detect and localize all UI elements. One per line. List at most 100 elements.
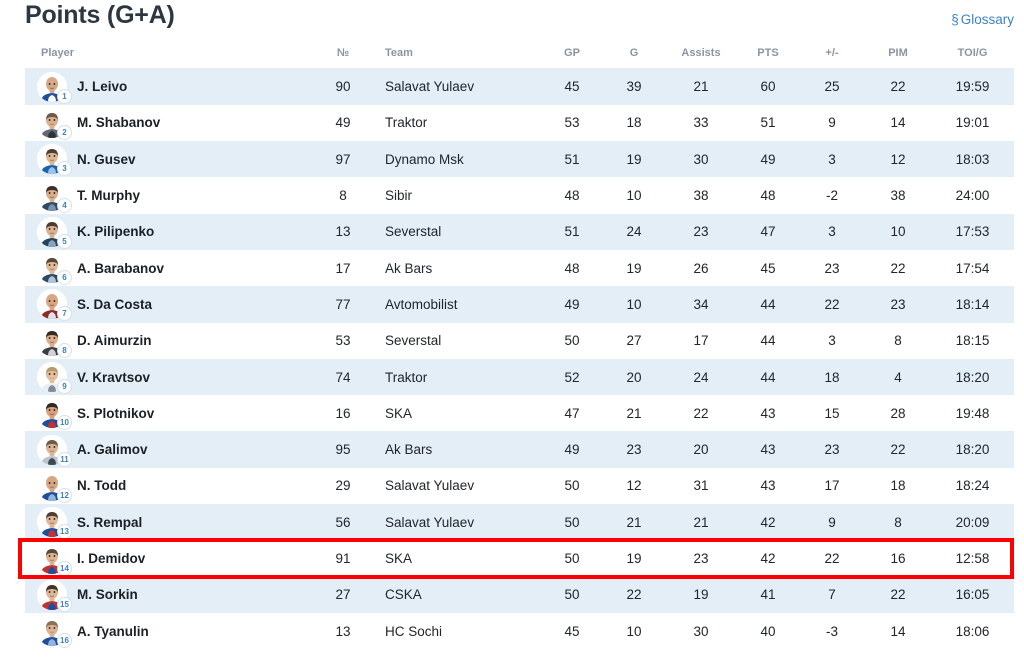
rank-badge: 4 [57, 197, 72, 213]
cell-team[interactable]: Salavat Yulaev [371, 468, 541, 504]
table-row[interactable]: 6 A. Barabanov 17 Ak Bars 48 19 26 45 23 22 17:5… [25, 249, 1014, 287]
cell-player[interactable]: 7 S. Da Costa [25, 286, 315, 322]
cell-player[interactable]: 14 I. Demidov [25, 540, 315, 576]
cell-player[interactable]: 5 K. Pilipenko [25, 214, 315, 250]
cell-points: 43 [760, 405, 776, 421]
cell-team[interactable]: Avtomobilist [371, 286, 541, 322]
cell-team[interactable]: Traktor [371, 105, 541, 141]
column-header-pts[interactable]: PTS [737, 40, 799, 69]
player-name[interactable]: M. Sorkin [77, 587, 138, 602]
cell-player[interactable]: 1 J. Leivo [25, 69, 315, 105]
cell-goals: 21 [626, 514, 642, 530]
cell-assists: 19 [693, 587, 709, 603]
table-row[interactable]: 11 A. Galimov 95 Ak Bars 49 23 20 43 23 22 18:20 [25, 431, 1014, 468]
cell-plusminus: 22 [824, 296, 840, 312]
cell-team[interactable]: Sibir [371, 177, 541, 213]
player-name[interactable]: M. Shabanov [77, 115, 160, 130]
cell-team[interactable]: SKA [371, 395, 541, 431]
player-name[interactable]: A. Barabanov [77, 261, 164, 276]
cell-player[interactable]: 15 M. Sorkin [25, 577, 315, 613]
table-row[interactable]: 4 T. Murphy 8 Sibir 48 10 38 48 -2 38 24:00 [25, 177, 1014, 214]
player-name[interactable]: J. Leivo [77, 79, 127, 94]
player-name[interactable]: S. Plotnikov [77, 406, 154, 421]
cell-team[interactable]: HC Sochi [371, 613, 541, 649]
table-row[interactable]: 15 M. Sorkin 27 CSKA 50 22 19 41 7 22 16:05 [25, 576, 1014, 613]
table-row[interactable]: 14 I. Demidov 91 SKA 50 19 23 42 22 16 12:58 [25, 540, 1014, 577]
cell-player[interactable]: 2 M. Shabanov [25, 105, 315, 141]
player-name[interactable]: N. Gusev [77, 152, 136, 167]
cell-player[interactable]: 6 A. Barabanov [25, 250, 315, 286]
player-name[interactable]: D. Aimurzin [77, 333, 152, 348]
cell-toig: 18:06 [955, 623, 990, 639]
table-row[interactable]: 5 K. Pilipenko 13 Severstal 51 24 23 47 3 10 17:… [25, 213, 1014, 250]
cell-number: 13 [335, 623, 351, 639]
column-header-plusminus[interactable]: +/- [799, 40, 865, 69]
cell-plusminus: 3 [828, 333, 836, 349]
cell-points: 47 [760, 224, 776, 240]
cell-team[interactable]: Salavat Yulaev [371, 504, 541, 540]
table-row[interactable]: 13 S. Rempal 56 Salavat Yulaev 50 21 21 42 9 8 2… [25, 504, 1014, 541]
table-row[interactable]: 9 V. Kravtsov 74 Traktor 52 20 24 44 18 4 18:20 [25, 358, 1014, 396]
column-header-assists[interactable]: Assists [665, 40, 737, 69]
table-row[interactable]: 8 D. Aimurzin 53 Severstal 50 27 17 44 3 8 18:15 [25, 322, 1014, 359]
cell-assists: 23 [693, 551, 709, 566]
player-name[interactable]: A. Galimov [77, 442, 148, 457]
cell-team[interactable]: Severstal [371, 214, 541, 250]
cell-team[interactable]: SKA [371, 540, 541, 576]
cell-pim: 22 [890, 260, 906, 276]
cell-player[interactable]: 11 A. Galimov [25, 431, 315, 467]
column-header-g[interactable]: G [603, 40, 665, 69]
cell-goals: 39 [626, 79, 642, 95]
cell-team[interactable]: Ak Bars [371, 250, 541, 286]
glossary-link[interactable]: § Glossary [951, 12, 1014, 27]
rank-badge: 5 [57, 233, 72, 249]
player-name[interactable]: N. Todd [77, 478, 126, 493]
player-name[interactable]: A. Tyanulin [77, 624, 149, 639]
player-name[interactable]: I. Demidov [77, 551, 145, 566]
cell-team[interactable]: Traktor [371, 359, 541, 395]
cell-pim: 12 [890, 151, 906, 167]
avatar: 10 [37, 398, 72, 431]
cell-player[interactable]: 13 S. Rempal [25, 504, 315, 540]
cell-player[interactable]: 16 A. Tyanulin [25, 613, 315, 649]
player-name[interactable]: V. Kravtsov [77, 370, 150, 385]
column-header-team[interactable]: Team [371, 40, 541, 69]
cell-team[interactable]: Dynamo Msk [371, 141, 541, 177]
cell-player[interactable]: 8 D. Aimurzin [25, 323, 315, 359]
cell-goals: 19 [626, 551, 642, 566]
cell-team[interactable]: Severstal [371, 323, 541, 359]
player-name[interactable]: T. Murphy [77, 188, 140, 203]
cell-goals: 27 [626, 333, 642, 349]
table-row[interactable]: 12 N. Todd 29 Salavat Yulaev 50 12 31 43 17 18 1… [25, 467, 1014, 505]
cell-pim: 8 [894, 333, 902, 349]
cell-player[interactable]: 3 N. Gusev [25, 141, 315, 177]
table-row[interactable]: 3 N. Gusev 97 Dynamo Msk 51 19 30 49 3 12 18:03 [25, 141, 1014, 178]
cell-assists: 31 [693, 478, 709, 494]
rank-badge: 3 [57, 161, 72, 177]
cell-team[interactable]: CSKA [371, 577, 541, 613]
cell-goals: 20 [626, 369, 642, 385]
cell-player[interactable]: 9 V. Kravtsov [25, 359, 315, 395]
cell-player[interactable]: 10 S. Plotnikov [25, 395, 315, 431]
cell-team[interactable]: Ak Bars [371, 431, 541, 467]
table-row[interactable]: 16 A. Tyanulin 13 HC Sochi 45 10 30 40 -3 14 18:… [25, 612, 1014, 650]
column-header-player[interactable]: Player [25, 40, 315, 69]
column-header-toig[interactable]: TOI/G [931, 40, 1014, 69]
cell-assists: 33 [693, 115, 709, 131]
column-header-number[interactable]: № [315, 40, 371, 69]
player-name[interactable]: K. Pilipenko [77, 224, 154, 239]
cell-player[interactable]: 4 T. Murphy [25, 177, 315, 213]
player-name[interactable]: S. Rempal [77, 515, 142, 530]
cell-player[interactable]: 12 N. Todd [25, 468, 315, 504]
player-name[interactable]: S. Da Costa [77, 297, 152, 312]
table-row[interactable]: 7 S. Da Costa 77 Avtomobilist 49 10 34 44 22 23… [25, 286, 1014, 323]
table-row[interactable]: 2 M. Shabanov 49 Traktor 53 18 33 51 9 14 19:01 [25, 104, 1014, 142]
rank-badge: 9 [57, 379, 72, 395]
table-row[interactable]: 10 S. Plotnikov 16 SKA 47 21 22 43 15 28 19:48 [25, 395, 1014, 432]
table-row[interactable]: 1 J. Leivo 90 Salavat Yulaev 45 39 21 60 25 22 1… [25, 68, 1014, 105]
cell-gp: 48 [564, 260, 580, 276]
column-header-gp[interactable]: GP [541, 40, 603, 69]
cell-team[interactable]: Salavat Yulaev [371, 69, 541, 105]
column-header-pim[interactable]: PIM [865, 40, 931, 69]
cell-number: 27 [335, 587, 351, 603]
